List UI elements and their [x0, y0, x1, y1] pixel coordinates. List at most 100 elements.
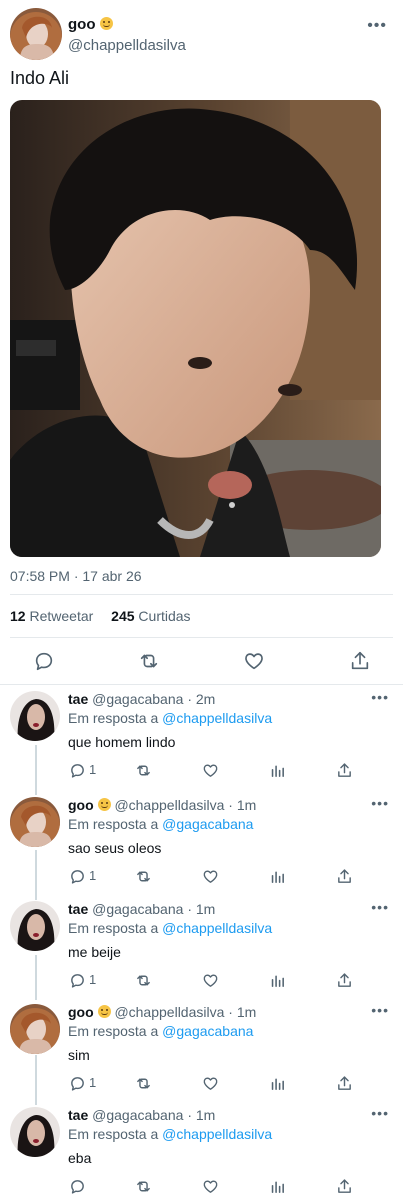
author-handle[interactable]: @gagacabana [92, 901, 183, 917]
heart-icon[interactable] [202, 868, 219, 885]
retweets-label[interactable]: Retweetar [29, 608, 93, 624]
share-icon[interactable] [349, 650, 371, 672]
heart-icon[interactable] [202, 972, 219, 989]
reply-time[interactable]: · 2m [187, 691, 215, 707]
in-reply-handle-link[interactable]: @chappelldasilva [162, 710, 272, 726]
author-handle[interactable]: @gagacabana [92, 691, 183, 707]
in-reply-to: Em resposta a @chappelldasilva [68, 710, 272, 726]
author-name[interactable]: goo [68, 1004, 94, 1020]
share-icon[interactable] [336, 1075, 353, 1092]
more-icon[interactable]: ••• [371, 1106, 389, 1120]
in-reply-to: Em resposta a @gagacabana [68, 816, 253, 832]
reply-text: sao seus oleos [68, 840, 162, 856]
smile-emoji-icon [99, 17, 113, 30]
reply-count: 1 [89, 1075, 97, 1090]
in-reply-prefix: Em resposta a [68, 1023, 159, 1039]
retweet-icon[interactable] [138, 650, 160, 672]
avatar[interactable] [10, 901, 60, 951]
retweet-icon[interactable] [135, 868, 152, 885]
in-reply-handle-link[interactable]: @gagacabana [162, 816, 253, 832]
author-handle[interactable]: @chappelldasilva [68, 37, 186, 54]
author-name[interactable]: tae [68, 901, 88, 917]
avatar[interactable] [10, 1004, 60, 1054]
reply-tweet[interactable]: goo @chappelldasilva · 1m ••• Em resposta … [0, 794, 403, 899]
reply-author-line: tae @gagacabana · 1m [68, 1107, 215, 1123]
share-icon[interactable] [336, 868, 353, 885]
reply-icon[interactable] [33, 650, 55, 672]
reply-icon[interactable] [69, 1075, 86, 1092]
reply-time[interactable]: · 1m [228, 797, 256, 813]
analytics-icon[interactable] [269, 1075, 286, 1092]
in-reply-prefix: Em resposta a [68, 1126, 159, 1142]
likes-label[interactable]: Curtidas [138, 608, 190, 624]
reply-author-line: goo @chappelldasilva · 1m [68, 1004, 256, 1020]
reply-count: 1 [89, 972, 97, 987]
retweet-icon[interactable] [135, 972, 152, 989]
avatar[interactable] [10, 1107, 60, 1157]
reply-tweet[interactable]: tae @gagacabana · 2m ••• Em resposta a @ch… [0, 688, 403, 793]
avatar[interactable] [10, 8, 62, 60]
tweet-text: Indo Ali [10, 68, 70, 88]
heart-icon[interactable] [243, 650, 265, 672]
tweet-actions [0, 648, 403, 676]
likes-count[interactable]: 245 [111, 608, 134, 624]
smile-emoji-icon [97, 1005, 111, 1018]
more-icon[interactable]: ••• [371, 796, 389, 810]
share-icon[interactable] [336, 1178, 353, 1195]
main-author-line: goo [68, 16, 113, 33]
tweet-timestamp[interactable]: 07:58 PM · 17 abr 26 [10, 568, 142, 584]
more-icon[interactable]: ••• [371, 900, 389, 914]
heart-icon[interactable] [202, 1075, 219, 1092]
divider [0, 684, 403, 685]
reply-icon[interactable] [69, 762, 86, 779]
reply-time[interactable]: · 1m [187, 1107, 215, 1123]
author-name[interactable]: goo [68, 797, 94, 813]
tweet-photo[interactable] [10, 100, 381, 557]
reply-time[interactable]: · 1m [187, 901, 215, 917]
reply-icon[interactable] [69, 972, 86, 989]
tweet-stats: 12 Retweetar 245 Curtidas [10, 608, 191, 624]
reply-text: me beije [68, 944, 121, 960]
in-reply-handle-link[interactable]: @chappelldasilva [162, 920, 272, 936]
reply-author-line: tae @gagacabana · 1m [68, 901, 215, 917]
main-tweet-header: goo @chappelldasilva ••• [10, 8, 393, 60]
author-name[interactable]: goo [68, 16, 96, 33]
divider [10, 594, 393, 595]
reply-icon[interactable] [69, 1178, 86, 1195]
in-reply-handle-link[interactable]: @chappelldasilva [162, 1126, 272, 1142]
avatar[interactable] [10, 691, 60, 741]
reply-tweet[interactable]: tae @gagacabana · 1m ••• Em resposta a @ch… [0, 1104, 403, 1200]
author-handle[interactable]: @chappelldasilva [114, 1004, 224, 1020]
retweets-count[interactable]: 12 [10, 608, 26, 624]
share-icon[interactable] [336, 762, 353, 779]
analytics-icon[interactable] [269, 868, 286, 885]
smile-emoji-icon [97, 798, 111, 811]
avatar[interactable] [10, 797, 60, 847]
reply-author-line: tae @gagacabana · 2m [68, 691, 215, 707]
author-name[interactable]: tae [68, 691, 88, 707]
analytics-icon[interactable] [269, 762, 286, 779]
more-icon[interactable]: ••• [367, 18, 387, 34]
in-reply-prefix: Em resposta a [68, 710, 159, 726]
in-reply-prefix: Em resposta a [68, 920, 159, 936]
analytics-icon[interactable] [269, 1178, 286, 1195]
reply-icon[interactable] [69, 868, 86, 885]
in-reply-handle-link[interactable]: @gagacabana [162, 1023, 253, 1039]
author-handle[interactable]: @gagacabana [92, 1107, 183, 1123]
analytics-icon[interactable] [269, 972, 286, 989]
reply-time[interactable]: · 1m [228, 1004, 256, 1020]
retweet-icon[interactable] [135, 1075, 152, 1092]
heart-icon[interactable] [202, 1178, 219, 1195]
divider [10, 637, 393, 638]
share-icon[interactable] [336, 972, 353, 989]
reply-author-line: goo @chappelldasilva · 1m [68, 797, 256, 813]
author-handle[interactable]: @chappelldasilva [114, 797, 224, 813]
author-name[interactable]: tae [68, 1107, 88, 1123]
more-icon[interactable]: ••• [371, 690, 389, 704]
heart-icon[interactable] [202, 762, 219, 779]
retweet-icon[interactable] [135, 1178, 152, 1195]
more-icon[interactable]: ••• [371, 1003, 389, 1017]
reply-tweet[interactable]: tae @gagacabana · 1m ••• Em resposta a @ch… [0, 898, 403, 1003]
reply-tweet[interactable]: goo @chappelldasilva · 1m ••• Em resposta … [0, 1001, 403, 1106]
retweet-icon[interactable] [135, 762, 152, 779]
